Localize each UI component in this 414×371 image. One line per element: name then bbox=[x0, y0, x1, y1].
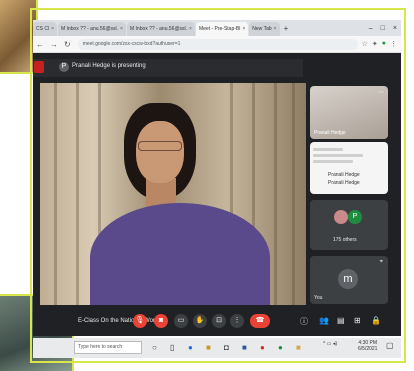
highlight-frame bbox=[30, 8, 406, 363]
